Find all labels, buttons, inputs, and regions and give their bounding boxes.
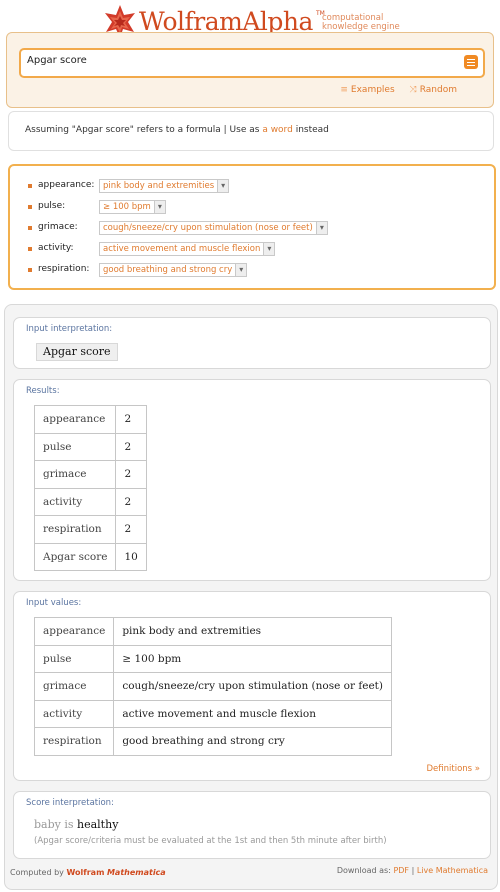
mathematica-brand-link[interactable]: Mathematica bbox=[107, 868, 166, 877]
examples-icon: ≡ bbox=[340, 85, 348, 95]
results-table: appearance 2 pulse 2 grimace 2 activity 2 re… bbox=[33, 405, 147, 571]
search-links: ≡ Examples ⤨ Random bbox=[328, 85, 457, 95]
param-label: respiration: bbox=[38, 264, 90, 274]
table-cell: respiration bbox=[33, 727, 115, 756]
bullet-icon bbox=[28, 226, 32, 230]
wolfram-brand-link[interactable]: Wolfram bbox=[66, 868, 104, 877]
download-label: Download as: bbox=[336, 866, 391, 875]
table-cell: appearance bbox=[33, 405, 117, 434]
footer-separator: | bbox=[411, 866, 415, 875]
pdf-link[interactable]: PDF bbox=[393, 866, 409, 875]
table-row: pulse 2 bbox=[33, 432, 147, 461]
table-cell: 2 bbox=[115, 515, 147, 544]
pod-title: Input interpretation: bbox=[26, 324, 113, 334]
search-input[interactable] bbox=[27, 55, 457, 66]
assumption-bar: Assuming "Apgar score" refers to a formu… bbox=[8, 111, 494, 151]
table-cell: appearance bbox=[33, 617, 115, 646]
input-values-table: appearance pink body and extremities puls… bbox=[33, 617, 392, 756]
respiration-dropdown[interactable]: good breathing and strong cry bbox=[99, 263, 248, 277]
bullet-icon bbox=[28, 268, 32, 272]
score-value: healthy bbox=[77, 818, 119, 831]
assumption-prefix: Assuming "Apgar score" refers to a formu… bbox=[25, 125, 221, 135]
input-interpretation-pod: Input interpretation: Apgar score bbox=[13, 317, 491, 369]
table-row: appearance pink body and extremities bbox=[33, 617, 392, 646]
table-cell: ≥ 100 bpm bbox=[113, 644, 392, 673]
table-row: grimace 2 bbox=[33, 460, 147, 489]
assumption-suffix: instead bbox=[295, 125, 329, 135]
random-link[interactable]: ⤨ Random bbox=[410, 85, 457, 95]
assumption-text: Assuming "Apgar score" refers to a formu… bbox=[25, 125, 329, 135]
table-row: grimace cough/sneeze/cry upon stimulation… bbox=[33, 672, 392, 701]
table-cell: pink body and extremities bbox=[113, 617, 392, 646]
table-cell: active movement and muscle flexion bbox=[113, 699, 392, 728]
interpretation-value: Apgar score bbox=[36, 343, 118, 361]
results-container: Input interpretation: Apgar score Result… bbox=[4, 304, 498, 890]
score-note: (Apgar score/criteria must be evaluated … bbox=[34, 836, 387, 846]
table-cell: pulse bbox=[33, 432, 117, 461]
download-links: Download as: PDF | Live Mathematica bbox=[337, 866, 488, 875]
tagline-line-2: knowledge engine bbox=[322, 22, 400, 32]
table-row: respiration 2 bbox=[33, 515, 147, 544]
search-panel: ≡Examples ⤨Random bbox=[6, 32, 494, 108]
table-cell: Apgar score bbox=[33, 542, 117, 571]
tagline: computational knowledge engine bbox=[322, 14, 414, 32]
table-cell: 2 bbox=[115, 432, 147, 461]
examples-link[interactable]: ≡ Examples bbox=[340, 85, 394, 95]
score-prefix: baby is bbox=[34, 818, 74, 831]
score-interpretation-pod: Score interpretation: baby is healthy (A… bbox=[13, 791, 491, 859]
bullet-icon bbox=[28, 205, 32, 209]
bullet-icon bbox=[28, 184, 32, 188]
param-label: grimace: bbox=[38, 222, 78, 232]
search-go-button[interactable] bbox=[464, 55, 478, 69]
table-row: Apgar score 10 bbox=[33, 542, 147, 571]
pod-title: Results: bbox=[26, 386, 60, 396]
table-cell: 2 bbox=[115, 460, 147, 489]
table-cell: grimace bbox=[33, 460, 117, 489]
shuffle-icon: ⤨ bbox=[409, 85, 417, 95]
table-cell: good breathing and strong cry bbox=[113, 727, 392, 756]
results-pod: Results: appearance 2 pulse 2 grimace 2 act… bbox=[13, 379, 491, 581]
assumption-separator: | bbox=[223, 125, 227, 135]
score-interpretation-text: baby is healthy bbox=[34, 818, 118, 831]
formula-parameters-panel: appearance: pink body and extremities pu… bbox=[8, 164, 496, 290]
activity-dropdown[interactable]: active movement and muscle flexion bbox=[99, 242, 276, 256]
computed-by: Computed by Wolfram Mathematica bbox=[10, 868, 166, 877]
definitions-link[interactable]: Definitions » bbox=[427, 764, 481, 774]
table-cell: activity bbox=[33, 699, 115, 728]
param-label: pulse: bbox=[38, 201, 66, 211]
table-row: pulse ≥ 100 bpm bbox=[33, 644, 392, 673]
table-cell: pulse bbox=[33, 644, 115, 673]
table-cell: grimace bbox=[33, 672, 115, 701]
live-mathematica-link[interactable]: Live Mathematica bbox=[417, 866, 488, 875]
param-label: activity: bbox=[38, 243, 74, 253]
input-values-pod: Input values: appearance pink body and ex… bbox=[13, 591, 491, 781]
pulse-dropdown[interactable]: ≥ 100 bpm bbox=[99, 200, 166, 214]
table-cell: respiration bbox=[33, 515, 117, 544]
pod-title: Score interpretation: bbox=[26, 798, 114, 808]
table-cell: 2 bbox=[115, 487, 147, 516]
appearance-dropdown[interactable]: pink body and extremities bbox=[99, 179, 230, 193]
table-cell: 10 bbox=[115, 542, 147, 571]
table-row: activity 2 bbox=[33, 487, 147, 516]
param-label: appearance: bbox=[38, 180, 95, 190]
bullet-icon bbox=[28, 247, 32, 251]
use-as-word-link[interactable]: a word bbox=[262, 125, 293, 135]
pod-title: Input values: bbox=[26, 598, 82, 608]
table-row: respiration good breathing and strong cry bbox=[33, 727, 392, 756]
table-row: activity active movement and muscle flexi… bbox=[33, 699, 392, 728]
grimace-dropdown[interactable]: cough/sneeze/cry upon stimulation (nose … bbox=[99, 221, 328, 235]
table-cell: 2 bbox=[115, 405, 147, 434]
search-box bbox=[19, 48, 485, 78]
computed-by-label: Computed by bbox=[10, 868, 64, 877]
table-row: appearance 2 bbox=[33, 405, 147, 434]
assumption-use-as: Use as bbox=[229, 125, 260, 135]
table-cell: cough/sneeze/cry upon stimulation (nose … bbox=[113, 672, 392, 701]
table-cell: activity bbox=[33, 487, 117, 516]
